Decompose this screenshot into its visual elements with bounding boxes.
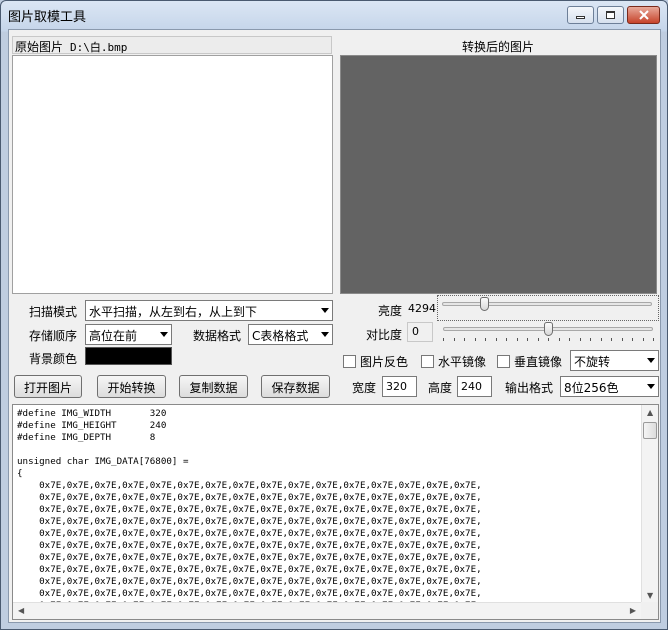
invert-checkbox[interactable]: 图片反色	[343, 353, 408, 370]
open-image-button[interactable]: 打开图片	[14, 375, 82, 398]
original-image-view	[12, 55, 333, 294]
contrast-tick	[464, 338, 465, 341]
contrast-tick	[579, 338, 581, 341]
window-title: 图片取模工具	[8, 10, 87, 25]
chevron-down-icon	[321, 332, 329, 337]
background-color-label: 背景颜色	[29, 352, 78, 366]
original-image-path: D:\白.bmp	[70, 41, 128, 54]
contrast-tick	[621, 338, 623, 341]
vertical-scroll-thumb[interactable]	[643, 422, 657, 439]
brightness-slider[interactable]	[437, 295, 659, 321]
maximize-button[interactable]	[597, 6, 624, 24]
contrast-tick	[527, 338, 528, 341]
storage-order-label: 存储顺序	[29, 329, 78, 343]
brightness-value: 4294	[408, 302, 436, 315]
brightness-track	[442, 302, 652, 306]
code-output[interactable]: #define IMG_WIDTH 320 #define IMG_HEIGHT…	[12, 404, 659, 620]
contrast-tick	[611, 338, 612, 341]
scan-mode-select[interactable]: 水平扫描，从左到右，从上到下	[85, 300, 333, 321]
output-format-label: 输出格式	[505, 381, 554, 395]
scroll-down-icon[interactable]: ▼	[647, 591, 653, 600]
scan-mode-label: 扫描模式	[29, 305, 78, 319]
contrast-value-field: 0	[407, 322, 433, 342]
contrast-tick	[632, 338, 633, 341]
data-format-value: C表格格式	[252, 329, 309, 343]
chevron-down-icon	[321, 308, 329, 313]
contrast-value: 0	[412, 325, 419, 338]
horizontal-scrollbar[interactable]: ◀ ▶	[13, 602, 641, 619]
scroll-right-icon[interactable]: ▶	[630, 606, 636, 615]
data-format-select[interactable]: C表格格式	[248, 324, 333, 345]
maximize-icon	[606, 11, 615, 19]
scan-mode-value: 水平扫描，从左到右，从上到下	[89, 305, 258, 319]
converted-image-title: 转换后的图片	[461, 40, 534, 54]
rotate-select[interactable]: 不旋转	[570, 350, 659, 371]
minimize-icon	[576, 16, 585, 19]
original-image-header: 原始图片 D:\白.bmp	[12, 36, 332, 54]
contrast-slider[interactable]	[441, 320, 659, 344]
output-format-select[interactable]: 8位256色	[560, 376, 659, 397]
scroll-up-icon[interactable]: ▲	[647, 408, 653, 417]
original-image-label: 原始图片	[15, 40, 64, 54]
start-convert-button[interactable]: 开始转换	[97, 375, 166, 398]
hmirror-checkbox-box[interactable]	[421, 355, 434, 368]
vmirror-checkbox-box[interactable]	[497, 355, 510, 368]
width-input[interactable]: 320	[382, 376, 417, 397]
contrast-tick	[516, 338, 518, 341]
contrast-thumb[interactable]	[544, 322, 553, 336]
invert-checkbox-box[interactable]	[343, 355, 356, 368]
contrast-tick	[569, 338, 570, 341]
save-data-button[interactable]: 保存数据	[261, 375, 330, 398]
scroll-left-icon[interactable]: ◀	[18, 606, 24, 615]
contrast-tick	[642, 338, 644, 341]
height-input[interactable]: 240	[457, 376, 492, 397]
vmirror-label: 垂直镜像	[514, 355, 563, 369]
contrast-tick	[474, 338, 476, 341]
contrast-tick	[443, 338, 444, 341]
width-label: 宽度	[352, 381, 377, 395]
close-icon	[638, 10, 649, 20]
background-color-swatch[interactable]	[85, 347, 172, 365]
chevron-down-icon	[160, 332, 168, 337]
contrast-tick	[590, 338, 591, 341]
contrast-tick	[653, 338, 654, 341]
output-format-value: 8位256色	[564, 381, 619, 395]
contrast-tick	[558, 338, 560, 341]
contrast-tick	[600, 338, 602, 341]
brightness-label: 亮度	[378, 304, 403, 318]
contrast-label: 对比度	[366, 328, 403, 342]
copy-data-button[interactable]: 复制数据	[179, 375, 248, 398]
code-text[interactable]: #define IMG_WIDTH 320 #define IMG_HEIGHT…	[17, 408, 482, 619]
height-label: 高度	[428, 381, 453, 395]
minimize-button[interactable]	[567, 6, 594, 24]
storage-order-select[interactable]: 高位在前	[85, 324, 172, 345]
title-bar[interactable]: 图片取模工具	[1, 1, 667, 29]
data-format-label: 数据格式	[193, 329, 242, 343]
contrast-tick	[548, 338, 549, 341]
brightness-thumb[interactable]	[480, 297, 489, 311]
contrast-tick	[506, 338, 507, 341]
close-button[interactable]	[627, 6, 660, 24]
vmirror-checkbox[interactable]: 垂直镜像	[497, 353, 562, 370]
client-area: 原始图片 D:\白.bmp 转换后的图片 扫描模式 水平扫描，从左到右，从上到下…	[8, 29, 661, 623]
chevron-down-icon	[647, 358, 655, 363]
app-window: 图片取模工具 原始图片 D:\白.bmp 转换后的图片 扫描模式 水平扫描，从左…	[0, 0, 668, 630]
hmirror-label: 水平镜像	[438, 355, 487, 369]
storage-order-value: 高位在前	[89, 329, 138, 343]
contrast-tick	[485, 338, 486, 341]
rotate-value: 不旋转	[574, 355, 611, 369]
invert-label: 图片反色	[360, 355, 409, 369]
hmirror-checkbox[interactable]: 水平镜像	[421, 353, 486, 370]
converted-image-view	[340, 55, 657, 294]
contrast-tick	[495, 338, 497, 341]
height-value: 240	[461, 380, 482, 393]
scroll-corner	[641, 602, 658, 619]
vertical-scrollbar[interactable]: ▲ ▼	[641, 405, 658, 603]
contrast-tick	[453, 338, 455, 341]
chevron-down-icon	[647, 384, 655, 389]
contrast-tick	[537, 338, 539, 341]
width-value: 320	[386, 380, 407, 393]
